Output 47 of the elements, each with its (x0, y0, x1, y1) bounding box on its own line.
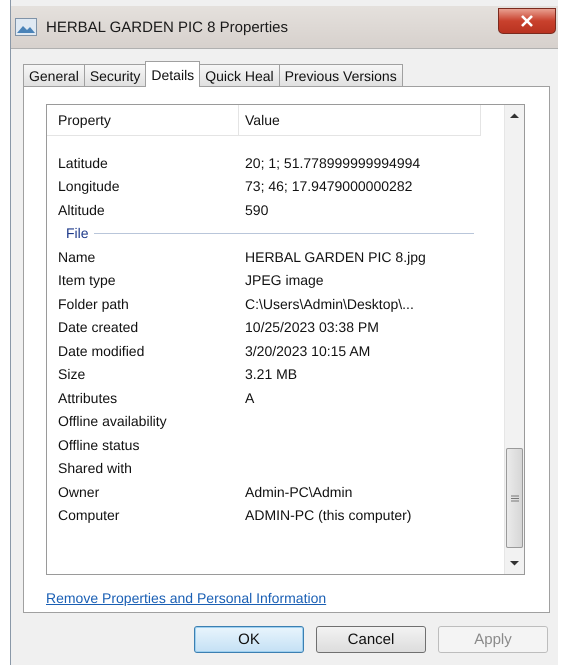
remove-properties-link[interactable]: Remove Properties and Personal Information (46, 590, 326, 606)
tab[interactable]: Security (84, 64, 146, 86)
property-name: Name (57, 248, 96, 265)
property-value: HERBAL GARDEN PIC 8.jpg (244, 248, 427, 265)
tab[interactable]: General (23, 64, 85, 86)
property-value: 73; 46; 17.9479000000282 (244, 178, 414, 194)
property-value: Admin-PC\Admin (244, 484, 354, 500)
property-name: Offline availability (57, 413, 168, 430)
property-name: Owner (57, 484, 100, 500)
section-heading: File (66, 225, 89, 242)
tab[interactable]: Quick Heal (199, 64, 280, 86)
property-name: Longitude (57, 178, 121, 194)
property-name: Latitude (57, 154, 109, 171)
scrollbar[interactable] (504, 105, 524, 574)
property-name: Shared with (57, 460, 133, 476)
property-name: Date modified (57, 342, 146, 359)
tab[interactable]: Details (145, 61, 200, 87)
property-name: Date created (57, 319, 140, 336)
close-button[interactable] (498, 8, 556, 34)
close-icon (520, 15, 534, 27)
property-value: ADMIN-PC (this computer) (244, 507, 412, 524)
scroll-thumb[interactable] (506, 448, 523, 548)
property-name: Folder path (57, 296, 130, 312)
grip-icon (510, 494, 518, 502)
property-value: JPEG image (244, 272, 325, 288)
property-name: Attributes (57, 390, 118, 406)
property-value: A (244, 390, 256, 406)
property-value: 10/25/2023 03:38 PM (244, 319, 380, 336)
dialog-button[interactable]: OK (194, 626, 304, 653)
tab[interactable]: Previous Versions (278, 64, 403, 86)
picture-icon (15, 18, 37, 36)
column-header[interactable]: Property (47, 105, 239, 135)
property-name: Altitude (57, 202, 106, 218)
property-value: 3/20/2023 10:15 AM (244, 342, 372, 359)
property-value: 3.21 MB (244, 366, 298, 382)
property-name: Offline status (57, 436, 140, 453)
property-value: C:\Users\Admin\Desktop\... (244, 296, 415, 312)
column-header[interactable]: Value (239, 105, 481, 135)
dialog-button[interactable]: Cancel (316, 626, 426, 653)
scroll-down-icon (510, 560, 519, 566)
window-title: HERBAL GARDEN PIC 8 Properties (46, 18, 290, 36)
property-name: Size (57, 366, 86, 382)
scroll-up-icon (510, 113, 519, 119)
property-value: 590 (244, 202, 270, 218)
property-name: Computer (57, 507, 120, 524)
property-value: 20; 1; 51.778999999994994 (244, 154, 422, 171)
property-name: Item type (57, 272, 117, 288)
